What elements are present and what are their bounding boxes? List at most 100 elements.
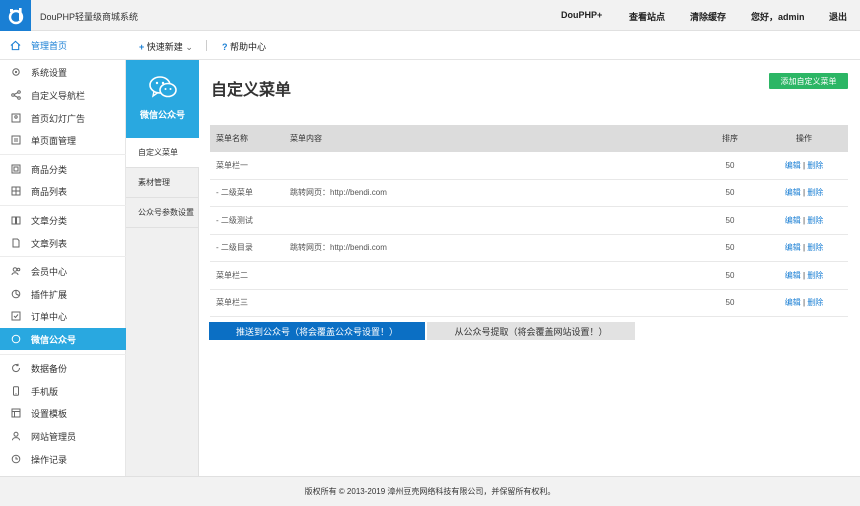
sidebar-item-template[interactable]: 设置模板 [0,402,126,424]
sidebar-item-backup[interactable]: 数据备份 [0,357,126,379]
mobile-icon [10,386,21,397]
sidebar-item-plugins[interactable]: 插件扩展 [0,283,126,305]
column-header-name: 菜单名称 [216,134,248,143]
footer: 版权所有 © 2013-2019 漳州豆壳网络科技有限公司，并保留所有权利。 [0,476,860,506]
menu-name-cell: - 二级测试 [216,215,253,225]
help-center-link[interactable]: ? 帮助中心 [222,40,266,53]
sidebar-item-order-center[interactable]: 订单中心 [0,305,126,327]
actions-cell: 编辑 | 删除 [760,215,848,226]
add-custom-menu-button[interactable]: 添加自定义菜单 [769,73,848,89]
clock-icon [10,454,21,465]
table-row: 菜单栏一 50 编辑 | 删除 [210,152,848,180]
column-header-content: 菜单内容 [290,134,322,143]
sidebar-item-label: 网站管理员 [31,431,77,442]
sort-cell: 50 [725,243,735,253]
delete-link[interactable]: 删除 [807,216,823,225]
menu-name-cell: - 二级目录 [216,243,253,253]
sub-bar: 管理首页 + 快速新建 ⌄ ? 帮助中心 [0,31,860,60]
sidebar-item-label: 订单中心 [31,311,68,322]
wechat-subpanel: 微信公众号 自定义菜单 素材管理 公众号参数设置 [126,60,199,476]
sidebar-divider [0,256,126,257]
subnav-custom-menu[interactable]: 自定义菜单 [126,138,199,168]
edit-link[interactable]: 编辑 [785,188,801,197]
admin-home-label: 管理首页 [31,41,68,51]
help-center-label: 帮助中心 [230,42,267,52]
sort-cell: 50 [725,160,735,170]
delete-link[interactable]: 删除 [807,243,823,252]
sidebar-item-wechat[interactable]: 微信公众号 [0,328,126,350]
sidebar-item-product-list[interactable]: 商品列表 [0,180,126,202]
table-row: - 二级菜单 跳转网页：http://bendi.com 50 编辑 | 删除 [210,180,848,207]
subnav-account-settings[interactable]: 公众号参数设置 [126,198,199,228]
clear-cache-link[interactable]: 清除缓存 [690,10,726,23]
sidebar-item-admins[interactable]: 网站管理员 [0,425,126,447]
douphp-plus-link[interactable]: DouPHP+ [561,10,602,20]
subnav-label: 公众号参数设置 [138,208,194,217]
menu-content-cell: 跳转网页：http://bendi.com [290,243,387,253]
sidebar-item-single-page[interactable]: 单页面管理 [0,129,126,151]
sidebar-item-label: 文章分类 [31,215,68,226]
table-row: 菜单栏二 50 编辑 | 删除 [210,262,848,290]
sort-cell: 50 [725,215,735,225]
view-site-link[interactable]: 查看站点 [629,10,665,23]
sidebar-item-label: 设置模板 [31,408,68,419]
logo[interactable] [0,0,31,31]
sidebar-item-slideshow[interactable]: 首页幻灯广告 [0,107,126,129]
wechat-chat-icon [149,76,177,98]
action-separator: | [802,188,806,198]
top-bar: DouPHP轻量级商城系统 DouPHP+ 查看站点 清除缓存 您好，admin… [0,0,860,31]
sort-cell: 50 [725,270,735,280]
page-title: 自定义菜单 [211,82,292,99]
divider [206,40,207,51]
logo-icon [8,7,23,24]
help-icon: ? [222,42,228,52]
system-title: DouPHP轻量级商城系统 [40,12,139,22]
logout-link[interactable]: 退出 [829,10,847,23]
menu-name-cell: 菜单栏一 [216,160,248,170]
action-separator: | [802,298,806,308]
main-content: 自定义菜单 添加自定义菜单 菜单名称 菜单内容 排序 操作 菜单栏一 50 编辑… [199,60,860,476]
user-greeting[interactable]: 您好，admin [751,10,805,23]
delete-link[interactable]: 删除 [807,188,823,197]
sidebar-item-custom-nav[interactable]: 自定义导航栏 [0,84,126,106]
sidebar-item-mobile[interactable]: 手机版 [0,380,126,402]
sidebar-item-product-category[interactable]: 商品分类 [0,158,126,180]
quick-add-label: 快速新建 [146,42,183,52]
sidebar-item-logs[interactable]: 操作记录 [0,448,126,470]
pull-from-wechat-button[interactable]: 从公众号提取（将会覆盖网站设置！） [427,322,635,340]
delete-link[interactable]: 删除 [807,161,823,170]
delete-link[interactable]: 删除 [807,298,823,307]
push-to-wechat-button[interactable]: 推送到公众号（将会覆盖公众号设置！） [209,322,425,340]
table-header: 菜单名称 菜单内容 排序 操作 [210,125,848,152]
sidebar-item-article-list[interactable]: 文章列表 [0,232,126,254]
edit-link[interactable]: 编辑 [785,243,801,252]
actions-cell: 编辑 | 删除 [760,160,848,171]
sidebar: 系统设置 自定义导航栏 首页幻灯广告 单页面管理 商品分类 商品列表 文章分类 … [0,60,126,476]
edit-link[interactable]: 编辑 [785,216,801,225]
sidebar-item-label: 手机版 [31,386,59,397]
chevron-down-icon: ⌄ [185,42,193,52]
subnav-label: 素材管理 [138,178,170,187]
sidebar-item-label: 系统设置 [31,67,68,78]
edit-link[interactable]: 编辑 [785,271,801,280]
subnav-material[interactable]: 素材管理 [126,168,199,198]
menu-content-cell: 跳转网页：http://bendi.com [290,188,387,198]
admin-home-link[interactable]: 管理首页 [0,31,126,60]
action-separator: | [802,160,806,170]
sidebar-divider [0,154,126,155]
menu-table: 菜单名称 菜单内容 排序 操作 菜单栏一 50 编辑 | 删除 - 二级菜单 跳… [210,125,848,317]
plugin-icon [10,289,21,300]
actions-cell: 编辑 | 删除 [760,242,848,253]
sort-cell: 50 [725,298,735,308]
sidebar-item-label: 插件扩展 [31,289,68,300]
sidebar-item-member-center[interactable]: 会员中心 [0,260,126,282]
edit-link[interactable]: 编辑 [785,161,801,170]
edit-link[interactable]: 编辑 [785,298,801,307]
action-separator: | [802,243,806,253]
share-icon [10,90,21,101]
sidebar-item-article-category[interactable]: 文章分类 [0,209,126,231]
quick-add-menu[interactable]: + 快速新建 ⌄ [139,40,193,53]
sidebar-item-system-settings[interactable]: 系统设置 [0,61,126,83]
delete-link[interactable]: 删除 [807,271,823,280]
table-row: - 二级测试 50 编辑 | 删除 [210,207,848,235]
